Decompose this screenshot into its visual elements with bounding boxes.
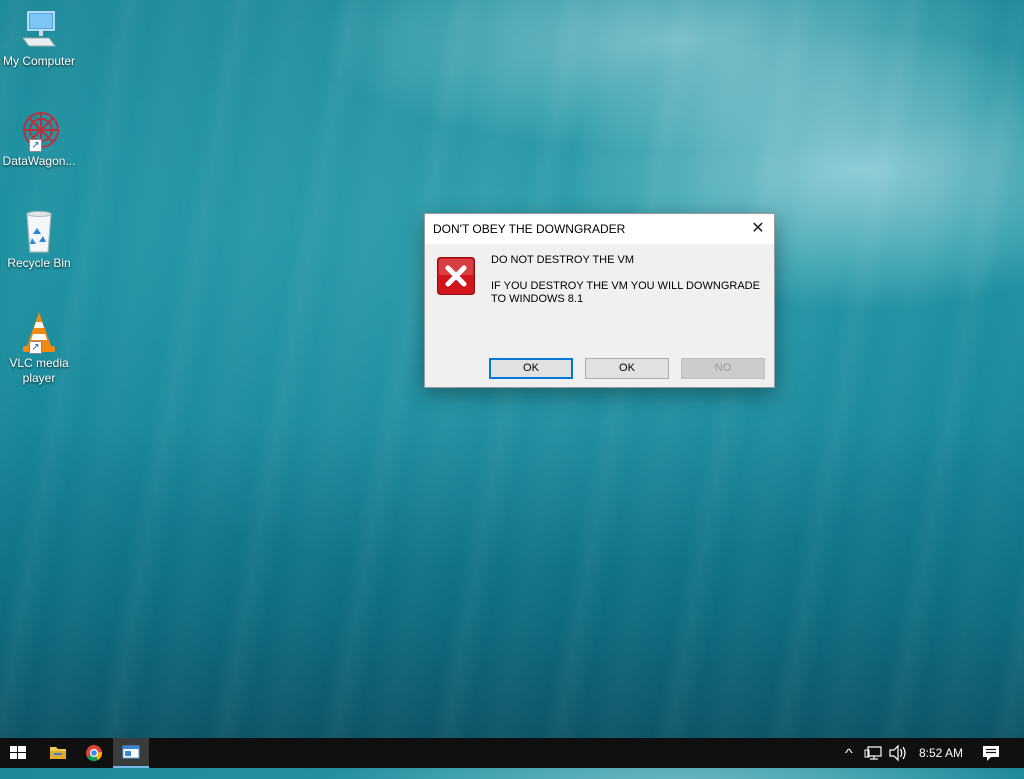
- tray-overflow-button[interactable]: ^: [840, 738, 858, 768]
- error-icon: [437, 257, 475, 295]
- taskbar-file-explorer[interactable]: [40, 738, 76, 768]
- tray-volume[interactable]: [888, 738, 908, 768]
- desktop-icon-label: VLC media player: [9, 356, 69, 385]
- network-icon: [864, 746, 882, 760]
- no-button: NO: [681, 358, 765, 379]
- action-center-button[interactable]: [980, 738, 1002, 768]
- close-button[interactable]: ✕: [742, 214, 774, 244]
- vlc-icon: ↗: [15, 310, 63, 354]
- ok-button-default[interactable]: OK: [489, 358, 573, 379]
- taskbar-chrome[interactable]: [76, 738, 112, 768]
- computer-icon: [15, 8, 63, 52]
- close-icon: ✕: [751, 220, 765, 237]
- desktop-icon-recycle-bin[interactable]: Recycle Bin: [0, 210, 78, 271]
- dialog-titlebar[interactable]: DON'T OBEY THE DOWNGRADER ✕: [425, 214, 774, 244]
- desktop-icon-datawagon[interactable]: ↗ DataWagon...: [0, 108, 78, 169]
- chevron-up-icon: ^: [845, 746, 853, 760]
- file-explorer-icon: [50, 747, 66, 759]
- ok-button[interactable]: OK: [585, 358, 669, 379]
- chrome-icon: [86, 745, 103, 762]
- desktop-icon-label: Recycle Bin: [7, 256, 71, 270]
- dialog-title: DON'T OBEY THE DOWNGRADER: [433, 222, 626, 236]
- datawagon-icon: ↗: [15, 108, 63, 152]
- shortcut-arrow-icon: ↗: [29, 139, 42, 152]
- start-button[interactable]: [0, 738, 36, 768]
- message-body: IF YOU DESTROY THE VM YOU WILL DOWNGRADE…: [491, 280, 760, 305]
- start-icon: [10, 746, 26, 759]
- desktop-icon-label: My Computer: [2, 54, 76, 68]
- recycle-bin-icon: [15, 210, 63, 254]
- shortcut-arrow-icon: ↗: [29, 341, 42, 354]
- taskbar-active-app[interactable]: [113, 738, 149, 768]
- message-heading: DO NOT DESTROY THE VM: [491, 254, 635, 266]
- taskbar: ^ 8:52 AM: [0, 738, 1024, 768]
- notification-icon: [983, 746, 999, 761]
- app-window-icon: [122, 745, 140, 759]
- desktop-icon-my-computer[interactable]: My Computer: [0, 8, 78, 69]
- desktop-icon-label: DataWagon...: [2, 154, 76, 168]
- desktop-icon-vlc[interactable]: ↗ VLC media player: [0, 310, 78, 386]
- message-dialog: DON'T OBEY THE DOWNGRADER ✕ DO NOT DESTR…: [424, 213, 775, 388]
- volume-icon: [889, 744, 906, 762]
- tray-network[interactable]: [864, 738, 884, 768]
- clock[interactable]: 8:52 AM: [912, 738, 970, 768]
